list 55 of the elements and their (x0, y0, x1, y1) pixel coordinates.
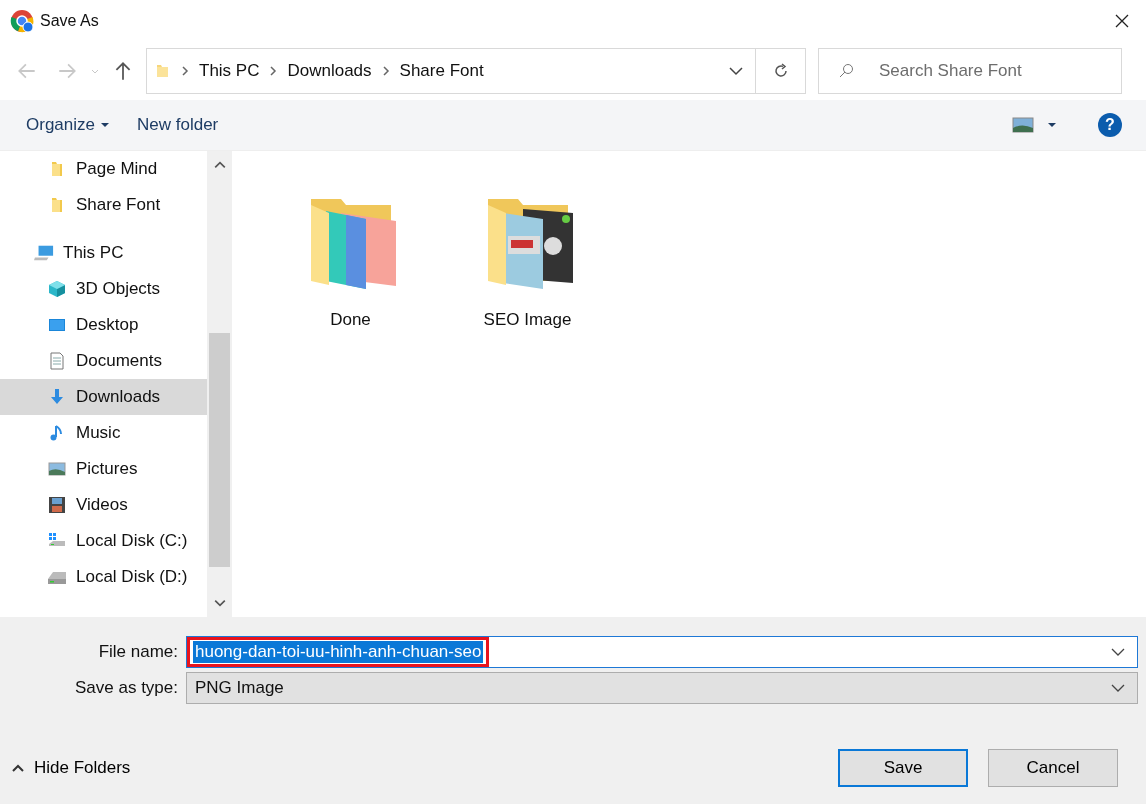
sidebar-item[interactable]: Pictures (0, 451, 207, 487)
sidebar-item[interactable]: This PC (0, 235, 207, 271)
scroll-up-icon[interactable] (213, 161, 226, 169)
caret-icon (101, 123, 109, 127)
computer-icon (34, 244, 54, 262)
chevron-right-icon (269, 66, 278, 76)
browser-logo-icon (10, 9, 34, 33)
sidebar-item[interactable]: Videos (0, 487, 207, 523)
refresh-icon (772, 63, 789, 79)
sidebar-item[interactable]: Downloads (0, 379, 207, 415)
dropdown-chevron-icon[interactable] (729, 66, 743, 76)
scroll-down-icon[interactable] (213, 599, 226, 607)
landscape-picture-icon (47, 460, 67, 478)
breadcrumb-item[interactable]: Downloads (287, 61, 372, 81)
sidebar-item[interactable]: Share Font (0, 187, 207, 223)
sidebar-item[interactable]: Local Disk (C:) (0, 523, 207, 559)
file-name-label: File name: (97, 642, 179, 662)
view-options-icon[interactable] (1012, 117, 1058, 133)
sidebar-item[interactable]: 3D Objects (0, 271, 207, 307)
file-type-dropdown[interactable]: PNG Image (186, 672, 1138, 704)
address-bar[interactable]: This PC Downloads Share Font (146, 48, 756, 94)
folder-item[interactable]: Done (282, 176, 419, 330)
folder-item[interactable]: SEO Image (459, 176, 596, 330)
scrollbar[interactable] (207, 151, 232, 617)
save-button[interactable]: Save (838, 749, 968, 787)
new-folder-button[interactable]: New folder (123, 111, 233, 139)
sidebar-item[interactable]: Documents (0, 343, 207, 379)
chevron-right-icon (181, 66, 189, 76)
cancel-button[interactable]: Cancel (988, 749, 1118, 787)
breadcrumb-item[interactable]: This PC (199, 61, 260, 81)
window-title: Save As (40, 12, 99, 30)
chevron-up-icon (12, 764, 24, 772)
help-button[interactable]: ? (1098, 113, 1122, 137)
breadcrumb-item[interactable]: Share Font (399, 61, 484, 81)
film-icon (47, 496, 67, 514)
dropdown-chevron-icon[interactable] (1111, 684, 1125, 692)
selected-text: huong-dan-toi-uu-hinh-anh-chuan-seo (193, 641, 484, 663)
search-icon (838, 63, 854, 79)
file-name-field[interactable]: huong-dan-toi-uu-hinh-anh-chuan-seo (186, 636, 1138, 668)
organize-button[interactable]: Organize (12, 111, 123, 139)
search-field[interactable]: Search Share Font (818, 48, 1122, 94)
close-icon[interactable] (1114, 13, 1130, 29)
document-icon (47, 352, 67, 370)
sidebar-item[interactable]: Page Mind (0, 151, 207, 187)
folder-icon (155, 63, 171, 79)
hide-folders-button[interactable]: Hide Folders (12, 758, 131, 778)
sidebar-item[interactable]: Music (0, 415, 207, 451)
desktop-icon (47, 316, 67, 334)
save-as-type-label: Save as type: (74, 678, 179, 698)
sidebar-item[interactable]: Local Disk (D:) (0, 559, 207, 595)
dropdown-chevron-icon[interactable] (1111, 648, 1125, 656)
sidebar-item[interactable]: Desktop (0, 307, 207, 343)
chevron-right-icon (381, 66, 390, 76)
refresh-button[interactable] (756, 48, 806, 94)
cube-icon (47, 280, 67, 298)
